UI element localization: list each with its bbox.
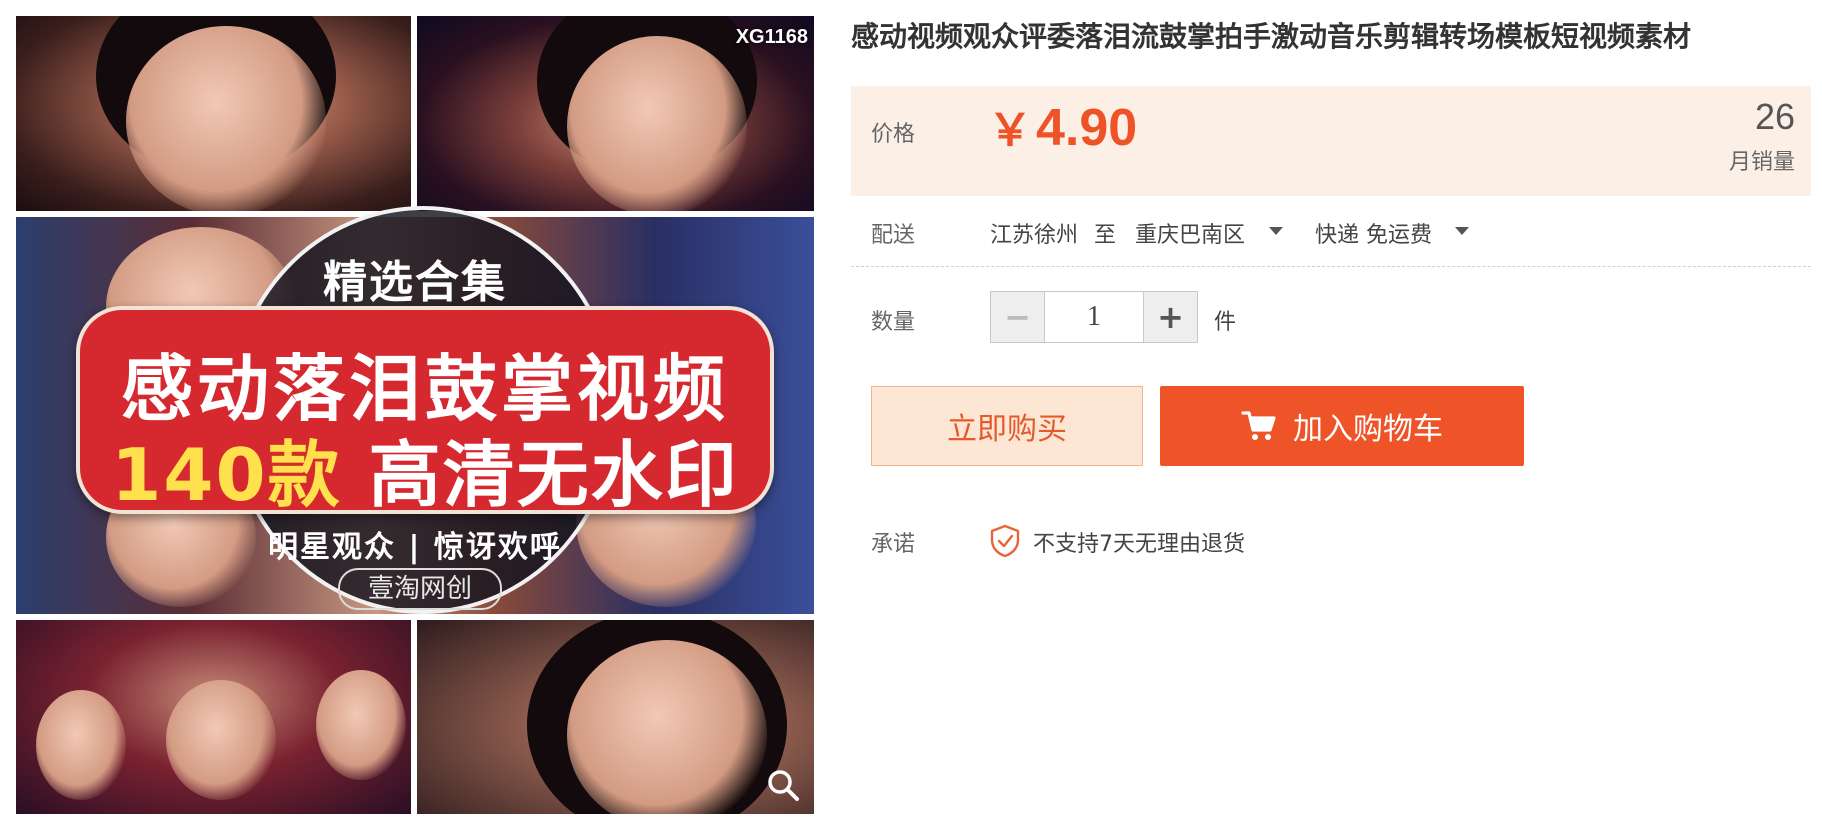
image-headline-count: 140款 [111,433,342,517]
product-title: 感动视频观众评委落泪流鼓掌拍手激动音乐剪辑转场模板短视频素材 [851,20,1692,53]
shipping-method-select[interactable]: 快递 免运费 [1313,210,1478,250]
chevron-down-icon [1269,227,1283,235]
cart-icon [1241,411,1276,440]
shipping-origin: 江苏徐州 [990,223,1079,248]
shipping-method: 快递 免运费 [1315,223,1432,248]
product-main-image[interactable]: XG1168 精选合集 感动落泪鼓掌视频 140款 高清无水印 明星观众 | 惊… [16,16,814,814]
quantity-label: 数量 [871,310,916,335]
add-to-cart-button[interactable]: 加入购物车 [1160,386,1524,466]
chevron-down-icon [1455,227,1469,235]
monthly-sales-label: 月销量 [1728,150,1795,175]
image-tile-top-left [16,16,411,211]
watermark-code: XG1168 [735,26,808,48]
shipping-label: 配送 [871,223,916,248]
price-panel: 价格 ￥4.90 26 月销量 [851,86,1811,196]
image-tile-top-right: XG1168 [417,16,814,211]
magnifier-icon[interactable] [766,768,800,802]
image-headline-line2: 140款 高清无水印 [80,416,770,521]
monthly-sales-value: 26 [1754,96,1795,137]
image-red-banner: 感动落泪鼓掌视频 140款 高清无水印 [76,306,774,517]
shipping-destination: 重庆巴南区 [1135,223,1246,248]
quantity-unit: 件 [1214,310,1237,335]
image-headline-rest: 高清无水印 [368,433,739,517]
price-label: 价格 [871,122,916,147]
image-brand-pill: 壹淘网创 [338,568,502,610]
quantity-decrease-button[interactable]: − [991,292,1045,342]
shipping-to: 至 [1094,223,1117,248]
promise-text: 不支持7天无理由退货 [1033,532,1245,557]
image-tile-bottom-left [16,620,411,814]
price-value: ￥4.90 [988,94,1137,158]
buy-now-label: 立即购买 [947,412,1067,447]
image-tile-bottom-right [417,620,814,814]
quantity-input[interactable] [1045,292,1143,342]
shield-check-icon [990,524,1020,558]
image-tagline: 明星观众 | 惊讶欢呼 [268,530,562,565]
buy-now-button[interactable]: 立即购买 [871,386,1143,466]
image-headline-small: 精选合集 [323,257,507,308]
quantity-stepper: − + [990,291,1198,343]
price-amount: 4.90 [1036,99,1138,157]
price-currency: ￥ [988,106,1032,155]
add-to-cart-label: 加入购物车 [1293,412,1443,447]
quantity-increase-button[interactable]: + [1143,292,1197,342]
promise-label: 承诺 [871,532,916,557]
divider [851,266,1811,267]
shipping-destination-select[interactable]: 重庆巴南区 [1133,210,1288,250]
